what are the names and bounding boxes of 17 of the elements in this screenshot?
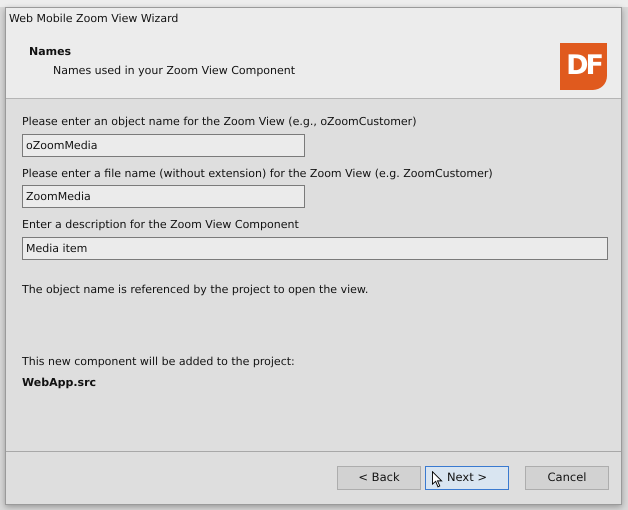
input-field[interactable]: oZoomMedia xyxy=(22,134,305,156)
info-text: This new component will be added to the project: xyxy=(22,354,296,370)
input-field[interactable]: Media item xyxy=(22,236,608,260)
logo: DF xyxy=(560,43,607,90)
page-title: Names xyxy=(29,44,72,60)
wizard-button[interactable]: < Back xyxy=(337,466,421,490)
page-subtitle: Names used in your Zoom View Component xyxy=(52,62,296,78)
cursor-icon xyxy=(432,471,443,488)
wizard-button[interactable]: Next > xyxy=(425,466,509,490)
input-field[interactable]: ZoomMedia xyxy=(22,185,305,208)
wizard-button[interactable]: Cancel xyxy=(525,466,609,490)
window-title: Web Mobile Zoom View Wizard xyxy=(9,12,178,25)
field-label: Please enter an object name for the Zoom View (e.g., oZoomCustomer) xyxy=(22,114,418,130)
project-name: WebApp.src xyxy=(22,374,98,390)
field-label: Please enter a file name (without extension) for the Zoom View (e.g. ZoomCustomer) xyxy=(22,166,494,182)
field-label: Enter a description for the Zoom View Component xyxy=(22,217,300,233)
info-text: The object name is referenced by the project to open the view. xyxy=(22,282,370,298)
